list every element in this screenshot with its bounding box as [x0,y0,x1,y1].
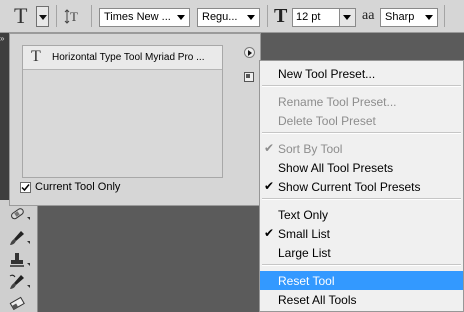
options-bar: T T Times New ... Regu... T 12 pt aa Sha… [0,0,464,33]
menu-item-reset-all-tools[interactable]: Reset All Tools [260,290,463,309]
tool-group-indicator [27,263,30,266]
menu-item-text-only[interactable]: Text Only [260,205,463,224]
menu-item-sort-by-tool[interactable]: ✔ Sort By Tool [260,139,463,158]
brush-icon[interactable] [8,229,26,247]
font-style-value: Regu... [202,11,238,23]
checkmark-icon: ✔ [264,141,275,155]
menu-item-label: Reset Tool [278,274,335,288]
font-style-select[interactable]: Regu... [197,8,260,27]
eraser-icon[interactable] [8,294,26,312]
bandage-icon[interactable] [8,205,26,223]
menu-item-show-current-tool-presets[interactable]: ✔ Show Current Tool Presets [260,177,463,196]
panel-menu-button[interactable] [244,47,255,58]
font-size-select[interactable]: 12 pt [292,8,356,27]
menu-item-label: Small List [278,227,331,241]
menu-item-label: Show Current Tool Presets [278,180,421,194]
menu-item-label: Sort By Tool [278,142,343,156]
current-tool-only-label: Current Tool Only [35,181,121,193]
font-size-icon: T [274,5,288,27]
tool-group-indicator [27,241,30,244]
svg-text:T: T [70,9,78,24]
chevron-down-icon [425,15,433,20]
anti-alias-select[interactable]: Sharp [380,8,438,27]
menu-item-large-list[interactable]: Large List [260,243,463,262]
preset-panel-menu: New Tool Preset... Rename Tool Preset...… [259,60,464,312]
menu-item-reset-tool[interactable]: Reset Tool [260,271,463,290]
divider [56,5,57,27]
menu-separator [262,264,461,266]
checkmark-icon: ✔ [264,179,275,193]
text-orientation-icon[interactable]: T [64,7,82,25]
tool-group-indicator [27,285,30,288]
menu-item-new-tool-preset[interactable]: New Tool Preset... [260,64,463,83]
anti-alias-value: Sharp [385,11,415,23]
horizontal-type-tool-icon[interactable]: T [14,3,27,29]
current-tool-only-checkbox[interactable] [20,182,31,193]
menu-item-rename-tool-preset[interactable]: Rename Tool Preset... [260,92,463,111]
type-tool-icon: T [31,48,41,65]
checkmark-icon [21,184,30,192]
divider [444,5,445,27]
tool-preset-picker: T Horizontal Type Tool Myriad Pro ... Cu… [9,33,261,206]
create-new-preset-icon[interactable] [244,72,254,82]
menu-item-show-all-tool-presets[interactable]: Show All Tool Presets [260,158,463,177]
menu-item-label: Large List [278,246,331,260]
divider [91,5,92,27]
list-item[interactable]: T Horizontal Type Tool Myriad Pro ... [23,46,222,70]
menu-item-delete-tool-preset[interactable]: Delete Tool Preset [260,111,463,130]
anti-alias-label: aa [362,8,375,23]
divider [267,5,268,27]
history-brush-icon[interactable] [8,273,26,291]
menu-separator [262,85,461,87]
menu-item-label: Rename Tool Preset... [278,95,397,109]
chevron-down-icon [177,15,185,20]
menu-item-small-list[interactable]: ✔ Small List [260,224,463,243]
chevron-down-icon [247,15,255,20]
preset-label: Horizontal Type Tool Myriad Pro ... [52,52,205,63]
tools-panel [0,200,38,312]
clone-stamp-icon[interactable] [8,251,26,269]
tool-preset-picker-button[interactable] [36,6,49,27]
preset-list[interactable]: T Horizontal Type Tool Myriad Pro ... [22,45,223,178]
font-family-value: Times New ... [104,11,171,23]
tool-group-indicator [27,217,30,220]
chevron-down-icon[interactable] [339,9,355,26]
menu-item-label: New Tool Preset... [278,67,376,81]
menu-separator [262,198,461,200]
expand-panels-icon[interactable]: » [0,35,4,43]
font-family-select[interactable]: Times New ... [99,8,190,27]
menu-item-label: Show All Tool Presets [278,161,394,175]
font-size-value: 12 pt [296,11,321,23]
menu-item-label: Text Only [278,208,329,222]
menu-item-label: Reset All Tools [278,293,357,307]
checkmark-icon: ✔ [264,226,275,240]
menu-item-label: Delete Tool Preset [278,114,376,128]
anti-alias-icon: aa [362,8,374,24]
menu-separator [262,132,461,134]
